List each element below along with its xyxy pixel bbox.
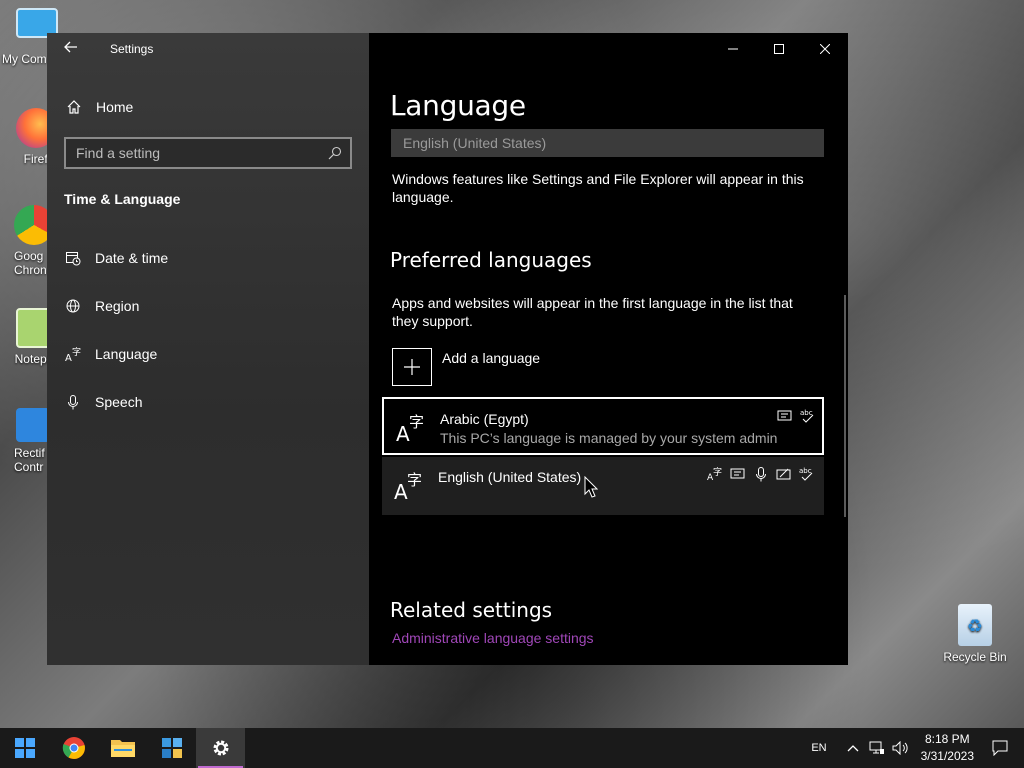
desktop-icon-recycle-bin[interactable]: ♻ Recycle Bin xyxy=(940,604,1010,664)
preferred-languages-heading: Preferred languages xyxy=(390,248,592,272)
chrome-icon xyxy=(62,737,85,759)
scrollbar[interactable] xyxy=(844,295,846,517)
administrative-language-settings-link[interactable]: Administrative language settings xyxy=(392,630,594,646)
language-features: abc xyxy=(776,407,816,424)
sidebar-item-label: Home xyxy=(96,99,134,115)
minimize-icon xyxy=(728,48,738,50)
language-features: A字 abc xyxy=(706,465,815,482)
sidebar-item-date-time[interactable]: Date & time xyxy=(64,246,168,270)
display-language-icon: A字 xyxy=(706,465,723,482)
gear-icon xyxy=(213,740,228,756)
taskbar-chrome-button[interactable] xyxy=(49,728,98,768)
language-status: This PC’s language is managed by your sy… xyxy=(440,430,778,446)
volume-icon[interactable] xyxy=(889,728,913,768)
svg-text:字: 字 xyxy=(407,471,422,489)
language-item-english[interactable]: A字 English (United States) A字 abc xyxy=(382,457,824,515)
taskbar-file-explorer-button[interactable] xyxy=(98,728,147,768)
chevron-up-icon[interactable] xyxy=(841,728,865,768)
maximize-icon xyxy=(774,44,784,54)
clock-date: 3/31/2023 xyxy=(920,749,974,763)
display-language-description: Windows features like Settings and File … xyxy=(392,171,804,205)
mouse-cursor-icon xyxy=(584,476,598,498)
home-icon xyxy=(65,98,83,116)
preferred-languages-description: Apps and websites will appear in the fir… xyxy=(392,295,793,329)
system-tray: EN 8:18 PM 3/31/2023 xyxy=(811,728,1024,768)
clock-time: 8:18 PM xyxy=(924,732,970,746)
window-controls xyxy=(710,33,848,65)
settings-window: Settings Home Time & Language Date & tim… xyxy=(47,33,848,665)
calendar-clock-icon xyxy=(64,249,82,267)
maximize-button[interactable] xyxy=(756,33,802,65)
svg-text:♻: ♻ xyxy=(967,616,983,637)
back-arrow-icon xyxy=(64,41,77,53)
language-icon: A字 xyxy=(64,345,82,363)
plus-icon xyxy=(392,348,432,386)
windows-logo-icon xyxy=(14,738,35,758)
svg-text:字: 字 xyxy=(713,466,722,478)
title-bar: Settings xyxy=(47,33,369,65)
microphone-icon xyxy=(64,393,82,411)
language-name: English (United States) xyxy=(438,469,582,485)
search-box[interactable] xyxy=(64,137,352,169)
sidebar-item-home[interactable]: Home xyxy=(65,95,133,119)
page-title: Language xyxy=(390,89,526,122)
sidebar-item-label: Speech xyxy=(95,394,143,410)
notification-icon[interactable] xyxy=(988,728,1012,768)
sidebar: Settings Home Time & Language Date & tim… xyxy=(47,33,369,665)
svg-text:A: A xyxy=(396,422,410,443)
svg-text:字: 字 xyxy=(409,413,424,431)
language-item-arabic[interactable]: A字 Arabic (Egypt) This PC’s language is … xyxy=(382,397,824,455)
spellcheck-icon: abc xyxy=(799,407,816,424)
sidebar-item-language[interactable]: A字 Language xyxy=(64,342,157,366)
svg-text:abc: abc xyxy=(800,409,813,417)
display-language-dropdown[interactable]: English (United States) xyxy=(391,129,824,157)
microphone-icon xyxy=(752,465,769,482)
search-icon[interactable] xyxy=(328,146,342,160)
taskbar-settings-button[interactable] xyxy=(196,728,245,768)
handwriting-icon xyxy=(775,465,792,482)
language-glyph-icon: A字 xyxy=(394,471,422,501)
start-button[interactable] xyxy=(0,728,49,768)
sidebar-item-region[interactable]: Region xyxy=(64,294,139,318)
desktop-icon-label: Recycle Bin xyxy=(943,650,1007,664)
folder-icon xyxy=(110,740,135,757)
clock[interactable]: 8:18 PM 3/31/2023 xyxy=(921,731,974,765)
minimize-button[interactable] xyxy=(710,33,756,65)
sidebar-item-label: Date & time xyxy=(95,250,169,266)
network-icon[interactable] xyxy=(865,728,889,768)
section-title: Time & Language xyxy=(64,191,181,207)
add-language-button[interactable]: Add a language xyxy=(392,348,540,386)
svg-text:字: 字 xyxy=(72,346,81,358)
back-button[interactable] xyxy=(59,39,83,59)
language-glyph-icon: A字 xyxy=(396,413,424,443)
add-language-label: Add a language xyxy=(442,350,541,366)
svg-text:A: A xyxy=(394,480,408,501)
content-pane: Language English (United States) Windows… xyxy=(369,33,848,665)
close-button[interactable] xyxy=(802,33,848,65)
sidebar-item-speech[interactable]: Speech xyxy=(64,390,142,414)
related-settings-heading: Related settings xyxy=(390,598,553,622)
close-icon xyxy=(820,44,830,54)
input-language-indicator[interactable]: EN xyxy=(811,742,826,754)
window-title: Settings xyxy=(110,42,154,56)
svg-text:A: A xyxy=(65,353,72,362)
sidebar-item-label: Region xyxy=(95,298,140,314)
search-input[interactable] xyxy=(76,145,328,161)
desktop-icon-label: Goog Chron xyxy=(14,249,47,277)
windows-logo-icon xyxy=(16,408,50,442)
text-to-speech-icon xyxy=(729,465,746,482)
recycle-bin-icon: ♻ xyxy=(958,604,992,646)
app-icon xyxy=(161,738,182,758)
dropdown-value: English (United States) xyxy=(403,135,547,151)
desktop-icon-label: Rectif Contr xyxy=(14,446,45,474)
globe-icon xyxy=(64,297,82,315)
taskbar-app-button[interactable] xyxy=(147,728,196,768)
text-to-speech-icon xyxy=(776,407,793,424)
sidebar-item-label: Language xyxy=(95,346,158,362)
spellcheck-icon: abc xyxy=(798,465,815,482)
language-name: Arabic (Egypt) xyxy=(440,411,529,427)
svg-text:abc: abc xyxy=(799,467,812,475)
taskbar: EN 8:18 PM 3/31/2023 xyxy=(0,728,1024,768)
